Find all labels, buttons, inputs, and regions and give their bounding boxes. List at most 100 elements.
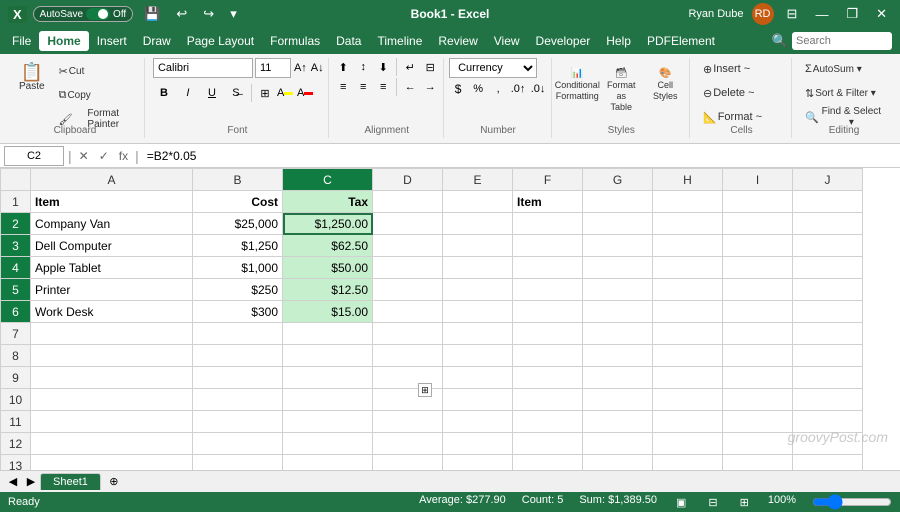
cell-C8[interactable] bbox=[283, 345, 373, 367]
cell-J12[interactable] bbox=[793, 433, 863, 455]
font-name-input[interactable] bbox=[153, 58, 253, 78]
cell-D5[interactable] bbox=[373, 279, 443, 301]
cell-H11[interactable] bbox=[653, 411, 723, 433]
cell-A1[interactable]: Item bbox=[31, 191, 193, 213]
cell-B2[interactable]: $25,000 bbox=[193, 213, 283, 235]
cell-A3[interactable]: Dell Computer bbox=[31, 235, 193, 257]
cell-H8[interactable] bbox=[653, 345, 723, 367]
cell-A13[interactable] bbox=[31, 455, 193, 471]
cell-H9[interactable] bbox=[653, 367, 723, 389]
col-header-A[interactable]: A bbox=[31, 169, 193, 191]
cell-I3[interactable] bbox=[723, 235, 793, 257]
decrease-font-button[interactable]: A↓ bbox=[310, 59, 325, 77]
cell-J8[interactable] bbox=[793, 345, 863, 367]
cell-C4[interactable]: $50.00 bbox=[283, 257, 373, 279]
search-input[interactable] bbox=[792, 32, 892, 50]
strikethrough-button[interactable]: S̶ bbox=[225, 82, 247, 104]
cell-F7[interactable] bbox=[513, 323, 583, 345]
scroll-sheets-left-button[interactable]: ◀ bbox=[4, 473, 22, 491]
cell-G7[interactable] bbox=[583, 323, 653, 345]
menu-pdfelement[interactable]: PDFElement bbox=[639, 31, 723, 51]
cell-J1[interactable] bbox=[793, 191, 863, 213]
col-header-D[interactable]: D bbox=[373, 169, 443, 191]
cell-I7[interactable] bbox=[723, 323, 793, 345]
cell-B12[interactable] bbox=[193, 433, 283, 455]
cell-A12[interactable] bbox=[31, 433, 193, 455]
cell-F5[interactable] bbox=[513, 279, 583, 301]
cell-G5[interactable] bbox=[583, 279, 653, 301]
cell-B11[interactable] bbox=[193, 411, 283, 433]
menu-insert[interactable]: Insert bbox=[89, 31, 135, 51]
col-header-H[interactable]: H bbox=[653, 169, 723, 191]
cell-C11[interactable] bbox=[283, 411, 373, 433]
cell-C1[interactable]: Tax bbox=[283, 191, 373, 213]
cell-D7[interactable] bbox=[373, 323, 443, 345]
cell-G2[interactable] bbox=[583, 213, 653, 235]
cell-G12[interactable] bbox=[583, 433, 653, 455]
cell-J6[interactable] bbox=[793, 301, 863, 323]
cell-E10[interactable] bbox=[443, 389, 513, 411]
format-as-table-button[interactable]: 🗃 Format as Table bbox=[600, 63, 642, 121]
cell-D3[interactable] bbox=[373, 235, 443, 257]
insert-button[interactable]: ⊕ Insert ~ bbox=[698, 58, 785, 80]
cell-D2[interactable] bbox=[373, 213, 443, 235]
menu-data[interactable]: Data bbox=[328, 31, 369, 51]
cell-B4[interactable]: $1,000 bbox=[193, 257, 283, 279]
cell-F3[interactable] bbox=[513, 235, 583, 257]
cell-G1[interactable] bbox=[583, 191, 653, 213]
cell-I6[interactable] bbox=[723, 301, 793, 323]
menu-file[interactable]: File bbox=[4, 31, 39, 51]
cell-C9[interactable] bbox=[283, 367, 373, 389]
page-break-view-button[interactable]: ⊞ bbox=[737, 494, 752, 510]
sheet-tab-sheet1[interactable]: Sheet1 bbox=[40, 473, 101, 490]
cell-B10[interactable] bbox=[193, 389, 283, 411]
cell-H7[interactable] bbox=[653, 323, 723, 345]
cell-H13[interactable] bbox=[653, 455, 723, 471]
cell-G10[interactable] bbox=[583, 389, 653, 411]
cell-F11[interactable] bbox=[513, 411, 583, 433]
cell-A7[interactable] bbox=[31, 323, 193, 345]
autosave-badge[interactable]: AutoSave Off bbox=[33, 6, 134, 22]
cell-I4[interactable] bbox=[723, 257, 793, 279]
cell-styles-button[interactable]: 🎨 Cell Styles bbox=[644, 63, 686, 121]
cell-J9[interactable] bbox=[793, 367, 863, 389]
cell-A2[interactable]: Company Van bbox=[31, 213, 193, 235]
menu-help[interactable]: Help bbox=[598, 31, 639, 51]
cell-A8[interactable] bbox=[31, 345, 193, 367]
col-header-B[interactable]: B bbox=[193, 169, 283, 191]
cell-D6[interactable] bbox=[373, 301, 443, 323]
cell-D11[interactable] bbox=[373, 411, 443, 433]
cell-I12[interactable] bbox=[723, 433, 793, 455]
cell-I2[interactable] bbox=[723, 213, 793, 235]
cell-H10[interactable] bbox=[653, 389, 723, 411]
delete-button[interactable]: ⊖ Delete ~ bbox=[698, 82, 785, 104]
cell-B3[interactable]: $1,250 bbox=[193, 235, 283, 257]
cell-E11[interactable] bbox=[443, 411, 513, 433]
cell-G9[interactable] bbox=[583, 367, 653, 389]
cancel-formula-icon[interactable]: ✕ bbox=[76, 149, 92, 163]
menu-formulas[interactable]: Formulas bbox=[262, 31, 328, 51]
menu-view[interactable]: View bbox=[486, 31, 528, 51]
cell-G13[interactable] bbox=[583, 455, 653, 471]
copy-button[interactable]: ⧉ Copy bbox=[54, 84, 138, 106]
bold-button[interactable]: B bbox=[153, 82, 175, 104]
cell-F9[interactable] bbox=[513, 367, 583, 389]
cell-E3[interactable] bbox=[443, 235, 513, 257]
decimal-decrease-button[interactable]: .0↓ bbox=[529, 80, 547, 98]
align-center-button[interactable]: ≡ bbox=[354, 78, 372, 96]
minimize-button[interactable]: — bbox=[810, 5, 833, 24]
cell-H5[interactable] bbox=[653, 279, 723, 301]
cell-B6[interactable]: $300 bbox=[193, 301, 283, 323]
align-right-button[interactable]: ≡ bbox=[374, 78, 392, 96]
cell-E12[interactable] bbox=[443, 433, 513, 455]
cell-B1[interactable]: Cost bbox=[193, 191, 283, 213]
wrap-text-button[interactable]: ↵ bbox=[401, 58, 419, 76]
cell-C2[interactable]: $1,250.00 bbox=[283, 213, 373, 235]
cell-I5[interactable] bbox=[723, 279, 793, 301]
cell-F6[interactable] bbox=[513, 301, 583, 323]
save-button[interactable]: 💾 bbox=[139, 4, 165, 24]
cell-A9[interactable] bbox=[31, 367, 193, 389]
italic-button[interactable]: I bbox=[177, 82, 199, 104]
increase-font-button[interactable]: A↑ bbox=[293, 59, 308, 77]
cell-A11[interactable] bbox=[31, 411, 193, 433]
